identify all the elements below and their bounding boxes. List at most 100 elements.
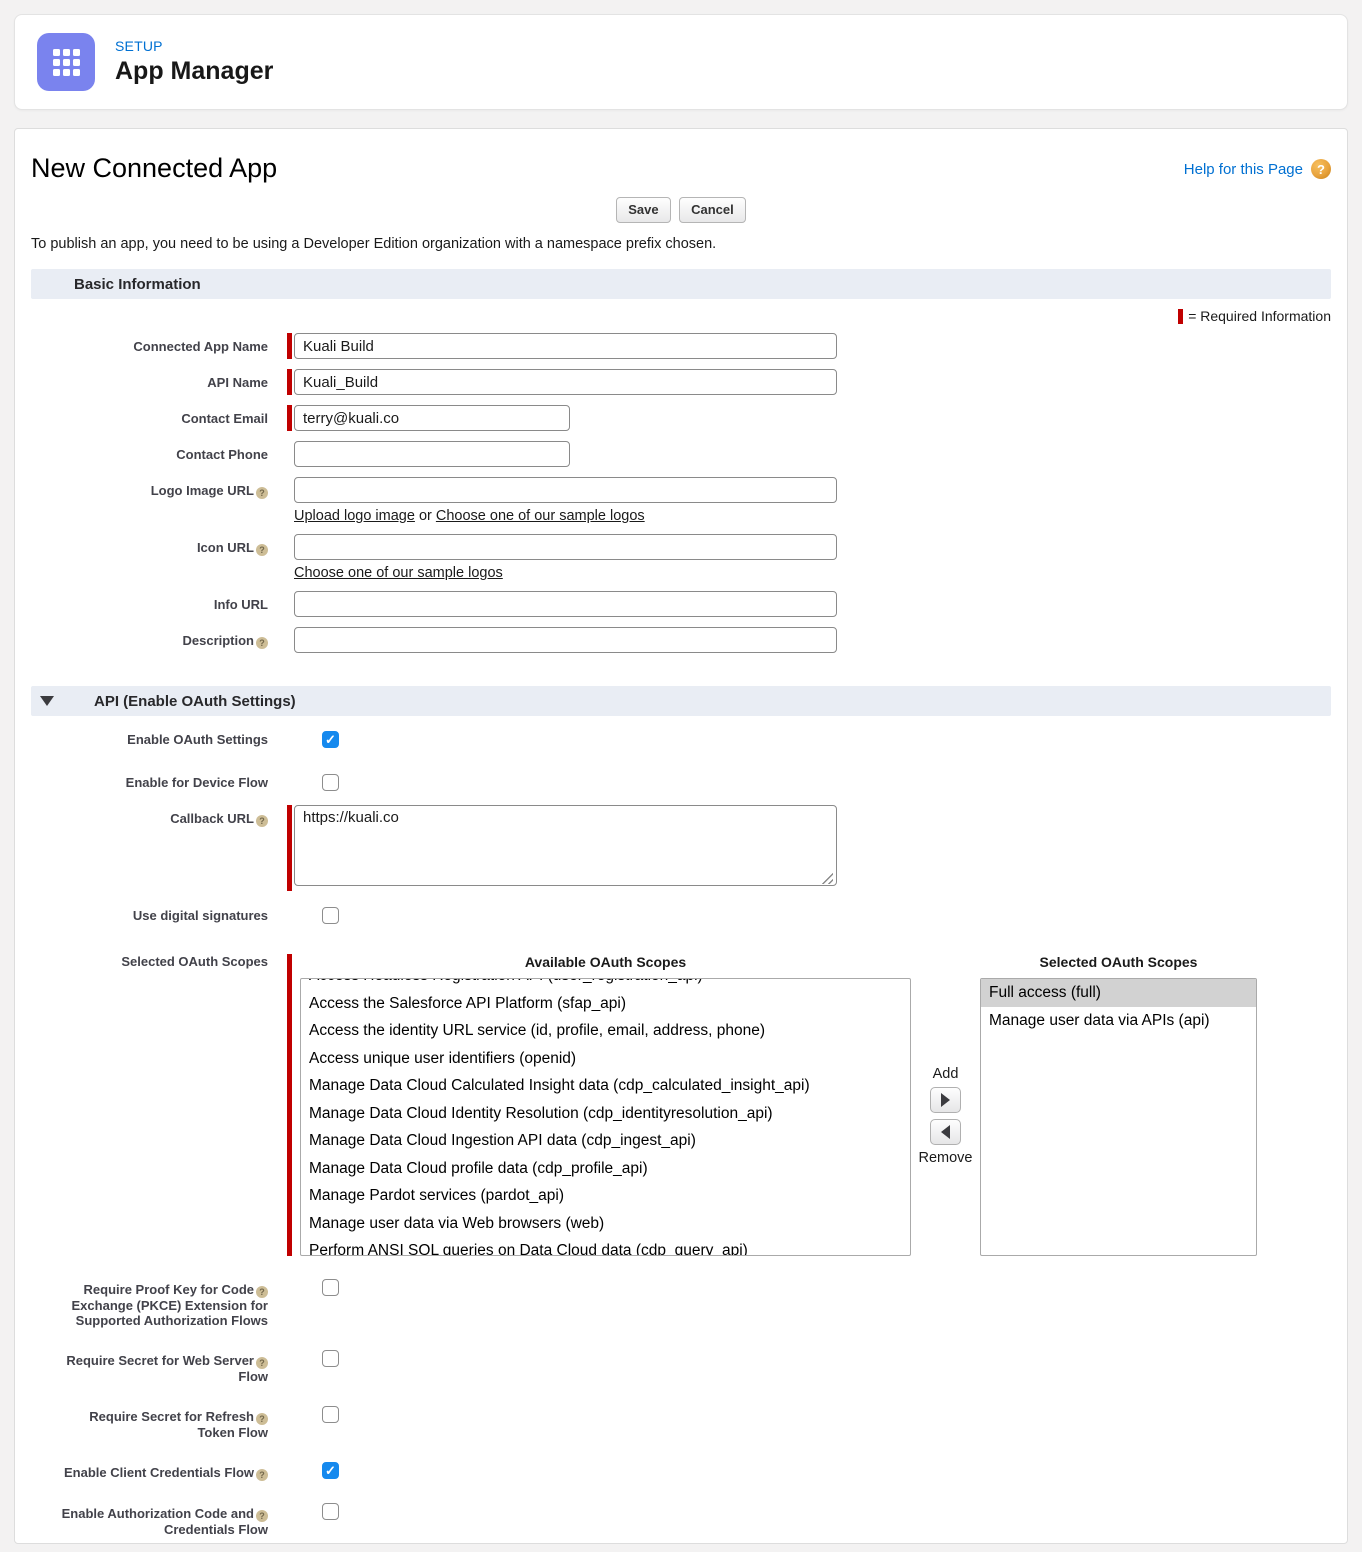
setup-header-card: SETUP App Manager (14, 14, 1348, 110)
client-credentials-row: Enable Client Credentials Flow (31, 1459, 1331, 1481)
device-flow-row: Enable for Device Flow (31, 771, 1331, 791)
api-name-input[interactable] (294, 369, 837, 395)
scope-option[interactable]: Full access (full) (981, 979, 1256, 1007)
client-credentials-checkbox[interactable] (322, 1462, 339, 1479)
upload-logo-image-link[interactable]: Upload logo image (294, 508, 415, 524)
choose-sample-logo-link[interactable]: Choose one of our sample logos (436, 508, 645, 524)
scope-option[interactable]: Manage Data Cloud Ingestion API data (cd… (301, 1127, 910, 1155)
section-api-title: API (Enable OAuth Settings) (94, 693, 296, 710)
device-flow-checkbox[interactable] (322, 774, 339, 791)
device-flow-label: Enable for Device Flow (31, 771, 268, 791)
scope-option[interactable]: Perform ANSI SQL queries on Data Cloud d… (301, 1237, 910, 1256)
scope-option[interactable]: Manage Data Cloud profile data (cdp_prof… (301, 1155, 910, 1183)
help-icon[interactable] (256, 637, 268, 649)
enable-oauth-label: Enable OAuth Settings (31, 728, 268, 748)
scope-option[interactable]: Manage Data Cloud Identity Resolution (c… (301, 1100, 910, 1128)
contact-phone-input[interactable] (294, 441, 570, 467)
digital-signatures-checkbox[interactable] (322, 907, 339, 924)
refresh-secret-checkbox[interactable] (322, 1406, 339, 1423)
pkce-label-line3: Supported Authorization Flows (76, 1313, 268, 1328)
auth-code-credentials-line2: Credentials Flow (164, 1522, 268, 1537)
pkce-checkbox[interactable] (322, 1279, 339, 1296)
section-basic-information: Basic Information (31, 269, 1331, 299)
web-server-secret-row: Require Secret for Web Server Flow (31, 1347, 1331, 1384)
callback-url-label: Callback URL (170, 811, 254, 826)
auth-code-credentials-line1: Enable Authorization Code and (62, 1506, 254, 1521)
oauth-scopes-row: Selected OAuth Scopes Available OAuth Sc… (31, 954, 1331, 1256)
contact-phone-row: Contact Phone (31, 441, 1331, 467)
info-url-input[interactable] (294, 591, 837, 617)
refresh-secret-line2: Token Flow (197, 1425, 268, 1440)
remove-scope-button[interactable] (930, 1119, 961, 1145)
connected-app-name-row: Connected App Name (31, 333, 1331, 359)
scope-option[interactable]: Manage user data via APIs (api) (981, 1007, 1256, 1035)
icon-url-row: Icon URL Choose one of our sample logos (31, 534, 1331, 581)
help-icon[interactable] (256, 1469, 268, 1481)
web-server-secret-line2: Flow (238, 1369, 268, 1384)
collapse-section-icon[interactable] (40, 696, 54, 706)
connected-app-name-label: Connected App Name (31, 333, 268, 359)
scope-option[interactable]: Access Headless Registration API (user_r… (301, 978, 910, 990)
scope-option[interactable]: Manage Data Cloud Calculated Insight dat… (301, 1072, 910, 1100)
contact-phone-label: Contact Phone (31, 441, 268, 467)
required-bar (287, 405, 292, 431)
section-basic-title: Basic Information (74, 276, 201, 293)
section-api-oauth: API (Enable OAuth Settings) (31, 686, 1331, 716)
selected-scopes-listbox[interactable]: Full access (full)Manage user data via A… (980, 978, 1257, 1256)
logo-image-url-row: Logo Image URL Upload logo image or Choo… (31, 477, 1331, 524)
help-icon[interactable] (256, 1510, 268, 1522)
help-icon[interactable] (256, 1286, 268, 1298)
selected-oauth-scopes-label: Selected OAuth Scopes (31, 954, 268, 1256)
required-bar (287, 369, 292, 395)
remove-label: Remove (919, 1150, 973, 1166)
scope-option[interactable]: Access unique user identifiers (openid) (301, 1045, 910, 1073)
client-credentials-label: Enable Client Credentials Flow (64, 1465, 254, 1480)
add-label: Add (933, 1066, 959, 1082)
help-icon[interactable] (256, 1413, 268, 1425)
scope-option[interactable]: Access the identity URL service (id, pro… (301, 1017, 910, 1045)
help-icon[interactable] (256, 544, 268, 556)
icon-url-label: Icon URL (197, 540, 254, 555)
icon-url-input[interactable] (294, 534, 837, 560)
add-scope-button[interactable] (930, 1087, 961, 1113)
page-title: New Connected App (31, 153, 277, 184)
logo-image-url-input[interactable] (294, 477, 837, 503)
required-legend-text: = Required Information (1188, 308, 1331, 324)
logo-image-url-label: Logo Image URL (151, 483, 254, 498)
description-label: Description (182, 633, 254, 648)
refresh-secret-line1: Require Secret for Refresh (89, 1409, 254, 1424)
callback-url-input[interactable]: https://kuali.co (294, 805, 837, 886)
cancel-button[interactable]: Cancel (679, 197, 746, 223)
digital-signatures-row: Use digital signatures (31, 904, 1331, 924)
pkce-label-line2: Exchange (PKCE) Extension for (72, 1298, 268, 1313)
save-button[interactable]: Save (616, 197, 670, 223)
contact-email-input[interactable] (294, 405, 570, 431)
enable-oauth-checkbox[interactable] (322, 731, 339, 748)
help-icon[interactable] (256, 1357, 268, 1369)
setup-eyebrow: SETUP (115, 38, 273, 54)
api-name-label: API Name (31, 369, 268, 395)
refresh-secret-row: Require Secret for Refresh Token Flow (31, 1403, 1331, 1440)
help-for-this-page-link[interactable]: Help for this Page (1184, 161, 1303, 178)
selected-scopes-header: Selected OAuth Scopes (980, 954, 1257, 970)
help-icon[interactable] (256, 487, 268, 499)
or-text: or (419, 508, 432, 524)
web-server-secret-line1: Require Secret for Web Server (66, 1353, 254, 1368)
connected-app-name-input[interactable] (294, 333, 837, 359)
description-input[interactable] (294, 627, 837, 653)
arrow-left-icon (941, 1125, 950, 1139)
help-icon[interactable] (256, 815, 268, 827)
scope-option[interactable]: Access the Salesforce API Platform (sfap… (301, 990, 910, 1018)
available-scopes-listbox[interactable]: Access Headless Registration API (user_r… (300, 978, 911, 1256)
help-icon[interactable] (1311, 159, 1331, 179)
auth-code-credentials-checkbox[interactable] (322, 1503, 339, 1520)
scope-option[interactable]: Manage Pardot services (pardot_api) (301, 1182, 910, 1210)
scope-option[interactable]: Manage user data via Web browsers (web) (301, 1210, 910, 1238)
callback-url-row: Callback URL https://kuali.co (31, 805, 1331, 891)
required-legend: = Required Information (31, 308, 1331, 324)
web-server-secret-checkbox[interactable] (322, 1350, 339, 1367)
api-name-row: API Name (31, 369, 1331, 395)
app-manager-icon (37, 33, 95, 91)
enable-oauth-row: Enable OAuth Settings (31, 728, 1331, 748)
choose-sample-icon-link[interactable]: Choose one of our sample logos (294, 565, 503, 581)
